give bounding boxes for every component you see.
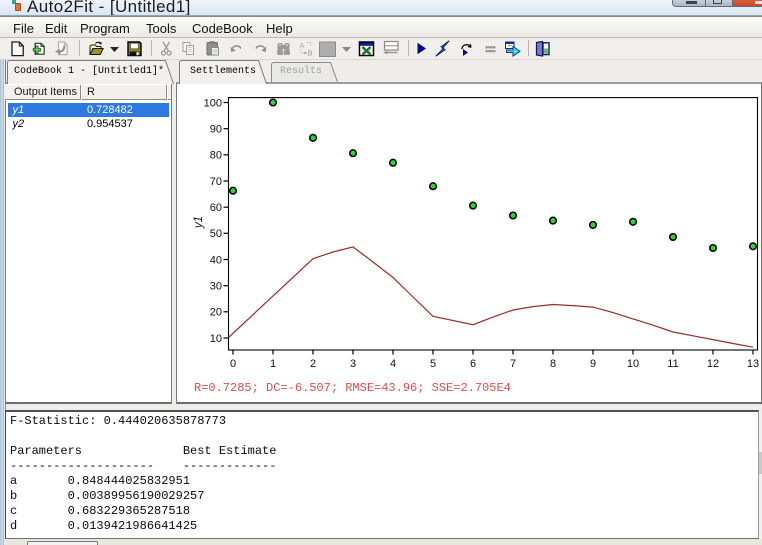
svg-text:5: 5 xyxy=(430,358,436,370)
svg-text:50: 50 xyxy=(210,228,222,240)
svg-text:11: 11 xyxy=(667,358,678,370)
svg-text:60: 60 xyxy=(210,202,222,214)
svg-text:80: 80 xyxy=(210,150,222,162)
svg-text:y1: y1 xyxy=(193,216,205,229)
svg-text:90: 90 xyxy=(210,124,222,136)
svg-text:20: 20 xyxy=(210,307,222,319)
svg-text:1: 1 xyxy=(270,358,276,370)
svg-text:0: 0 xyxy=(230,358,236,370)
svg-text:30: 30 xyxy=(210,281,222,293)
svg-text:10: 10 xyxy=(210,333,222,345)
svg-text:12: 12 xyxy=(707,358,719,370)
svg-text:70: 70 xyxy=(210,176,222,188)
svg-text:40: 40 xyxy=(210,254,222,266)
svg-text:8: 8 xyxy=(550,358,556,370)
svg-text:10: 10 xyxy=(627,358,639,370)
svg-text:B: B xyxy=(308,49,313,58)
svg-text:13: 13 xyxy=(747,358,759,370)
svg-text:A: A xyxy=(300,41,305,50)
svg-text:2: 2 xyxy=(310,358,316,370)
svg-text:6: 6 xyxy=(470,358,476,370)
svg-text:7: 7 xyxy=(510,358,516,370)
svg-text:9: 9 xyxy=(590,358,596,370)
svg-text:R=0.7285; DC=-6.507; RMSE=43.9: R=0.7285; DC=-6.507; RMSE=43.96; SSE=2.7… xyxy=(194,381,511,395)
svg-text:3: 3 xyxy=(350,358,356,370)
svg-text:4: 4 xyxy=(390,358,396,370)
svg-text:100: 100 xyxy=(204,97,222,109)
